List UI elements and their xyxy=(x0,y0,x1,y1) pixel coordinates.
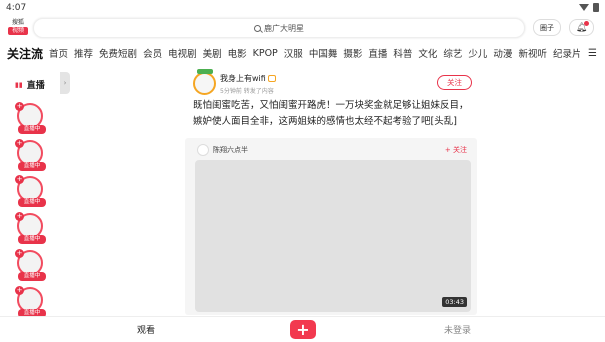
tab-chinese-dance[interactable]: 中国舞 xyxy=(309,46,338,60)
repost-author-name[interactable]: 陈翔六点半 xyxy=(213,145,248,155)
plus-icon[interactable]: + xyxy=(15,286,24,295)
nav-watch[interactable]: 观看 xyxy=(137,323,155,336)
menu-icon[interactable]: ☰ xyxy=(580,43,605,63)
follow-button[interactable]: 关注 xyxy=(437,75,472,90)
live-avatar[interactable]: + 直播中 xyxy=(15,249,46,281)
tab-vip[interactable]: 会员 xyxy=(143,46,162,60)
live-badge: 直播中 xyxy=(18,235,46,244)
repost-follow-button[interactable]: + 关注 xyxy=(445,145,467,155)
sidebar-collapse-button[interactable]: › xyxy=(60,72,70,94)
live-badge: 直播中 xyxy=(18,198,46,207)
search-placeholder: 鹿广大明星 xyxy=(264,23,304,33)
plus-icon[interactable]: + xyxy=(15,139,24,148)
top-bar: 搜狐 视频 鹿广大明星 圈子 🔔︎ xyxy=(0,17,605,41)
avatar-badge xyxy=(197,69,213,74)
app-logo[interactable]: 搜狐 视频 xyxy=(8,19,28,35)
search-input[interactable]: 鹿广大明星 xyxy=(33,18,525,38)
wifi-icon xyxy=(579,4,589,11)
live-avatar[interactable]: + 直播中 xyxy=(15,175,46,207)
notification-button[interactable]: 🔔︎ xyxy=(569,19,594,36)
tab-culture[interactable]: 文化 xyxy=(418,46,437,60)
add-icon[interactable]: + xyxy=(290,320,316,339)
sidebar-title: 直播 xyxy=(26,81,45,91)
live-badge: 直播中 xyxy=(18,272,46,281)
tab-tv-series[interactable]: 电视剧 xyxy=(168,46,197,60)
live-avatar[interactable]: + 直播中 xyxy=(15,139,46,171)
live-badge: 直播中 xyxy=(18,125,46,134)
author-avatar[interactable] xyxy=(193,69,216,95)
verified-icon xyxy=(267,75,276,82)
plus-icon[interactable]: + xyxy=(15,102,24,111)
notification-dot xyxy=(584,21,589,26)
channel-tabs: 关注流 首页 推荐 免费短剧 会员 电视剧 美剧 电影 KPOP 汉服 中国舞 … xyxy=(0,43,580,63)
repost-author-avatar[interactable] xyxy=(197,144,209,156)
author-name-text: 我身上有wifi xyxy=(220,74,266,83)
tab-science[interactable]: 科普 xyxy=(393,46,412,60)
tab-home[interactable]: 首页 xyxy=(49,46,68,60)
tab-recommend[interactable]: 推荐 xyxy=(74,46,93,60)
live-sidebar: ▮▮ 直播 + 直播中 + 直播中 + 直播中 + 直播中 + 直播中 + 直播… xyxy=(0,70,60,318)
tab-kids[interactable]: 少儿 xyxy=(468,46,487,60)
logo-text-top: 搜狐 xyxy=(11,19,24,26)
plus-icon[interactable]: + xyxy=(15,175,24,184)
video-thumbnail[interactable]: 03:43 xyxy=(195,160,471,312)
author-name[interactable]: 我身上有wifi xyxy=(220,73,276,84)
tab-photography[interactable]: 摄影 xyxy=(343,46,362,60)
bottom-nav: 观看 + 未登录 xyxy=(0,316,605,342)
tab-kpop[interactable]: KPOP xyxy=(253,48,278,59)
video-duration: 03:43 xyxy=(442,297,467,307)
tab-free-short-drama[interactable]: 免费短剧 xyxy=(99,46,137,60)
live-bars-icon: ▮▮ xyxy=(15,80,23,89)
tab-new-media[interactable]: 新视听 xyxy=(518,46,547,60)
post-text[interactable]: 既怕闺蜜吃苦，又怕闺蜜开路虎！一万块奖金就足够让姐妹反目，嫉妒使人面目全非，这两… xyxy=(193,98,473,130)
post-meta: 5分钟前 转发了内容 xyxy=(220,88,274,95)
feed-post: 我身上有wifi 5分钟前 转发了内容 关注 既怕闺蜜吃苦，又怕闺蜜开路虎！一万… xyxy=(182,68,482,315)
nav-login[interactable]: 未登录 xyxy=(444,323,471,336)
tab-hanfu[interactable]: 汉服 xyxy=(284,46,303,60)
plus-icon[interactable]: + xyxy=(15,249,24,258)
repost-card[interactable]: 陈翔六点半 + 关注 03:43 xyxy=(185,138,477,315)
logo-text-bottom: 视频 xyxy=(8,27,28,35)
tab-live[interactable]: 直播 xyxy=(368,46,387,60)
circle-button[interactable]: 圈子 xyxy=(533,19,561,36)
plus-icon[interactable]: + xyxy=(15,212,24,221)
tab-variety[interactable]: 综艺 xyxy=(443,46,462,60)
tab-us-drama[interactable]: 美剧 xyxy=(203,46,222,60)
live-avatar[interactable]: + 直播中 xyxy=(15,102,46,134)
tab-anime[interactable]: 动漫 xyxy=(493,46,512,60)
search-icon xyxy=(254,24,261,32)
live-badge: 直播中 xyxy=(18,162,46,171)
battery-icon xyxy=(593,3,599,12)
live-avatar[interactable]: + 直播中 xyxy=(15,286,46,318)
sidebar-header: ▮▮ 直播 xyxy=(15,78,45,92)
live-avatar[interactable]: + 直播中 xyxy=(15,212,46,244)
tab-movie[interactable]: 电影 xyxy=(228,46,247,60)
status-time: 4:07 xyxy=(6,3,27,13)
status-bar: 4:07 xyxy=(0,0,605,16)
tab-following[interactable]: 关注流 xyxy=(7,45,43,62)
tab-documentary[interactable]: 纪录片 xyxy=(553,46,580,60)
